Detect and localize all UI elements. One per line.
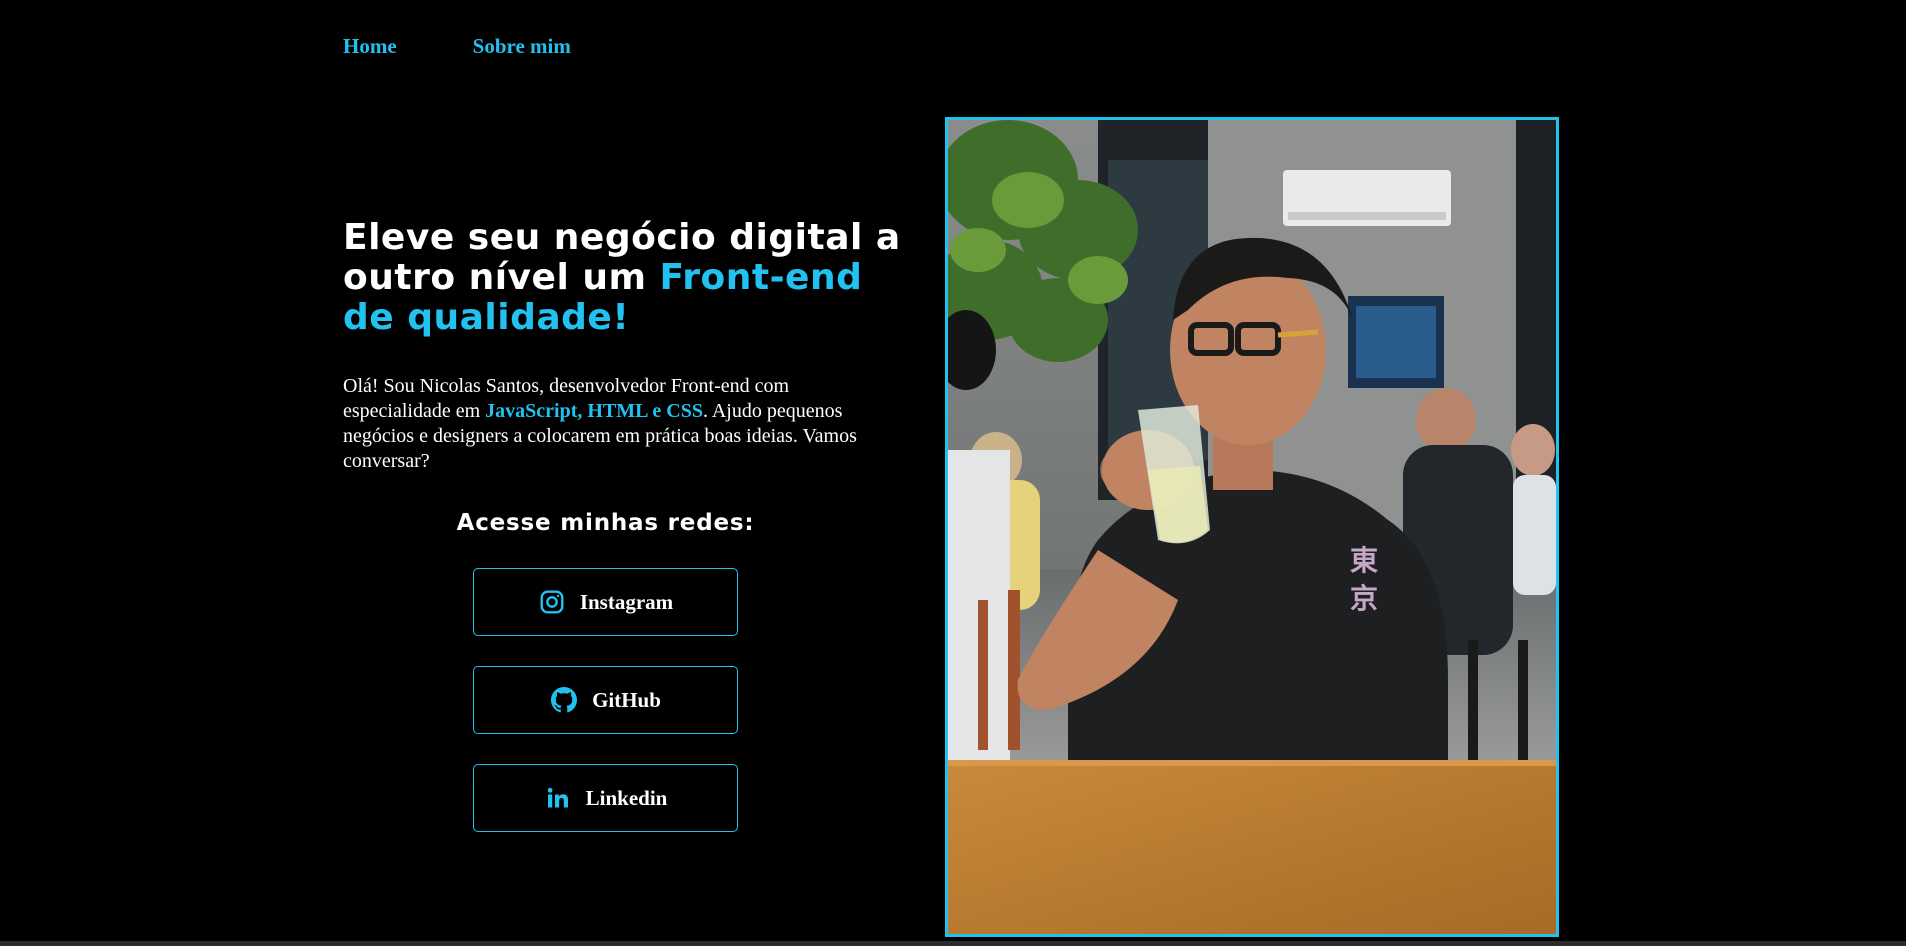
linkedin-button[interactable]: Linkedin bbox=[473, 764, 738, 832]
hero-intro: Olá! Sou Nicolas Santos, desenvolvedor F… bbox=[343, 374, 883, 474]
profile-photo-illustration: 東 京 bbox=[948, 120, 1556, 934]
svg-text:東: 東 bbox=[1350, 544, 1378, 577]
bottom-scrollbar bbox=[0, 941, 1906, 946]
nav-link-about[interactable]: Sobre mim bbox=[473, 34, 571, 59]
github-label: GitHub bbox=[592, 687, 661, 712]
hero-headline: Eleve seu negócio digital a outro nível … bbox=[343, 218, 903, 338]
linkedin-icon bbox=[544, 784, 572, 812]
nav-link-home[interactable]: Home bbox=[343, 34, 397, 59]
github-icon bbox=[550, 686, 578, 714]
instagram-button[interactable]: Instagram bbox=[473, 568, 738, 636]
svg-text:京: 京 bbox=[1350, 582, 1378, 615]
instagram-label: Instagram bbox=[579, 589, 674, 614]
linkedin-label: Linkedin bbox=[585, 785, 668, 810]
networks-title: Acesse minhas redes: bbox=[456, 510, 755, 536]
profile-photo: 東 京 bbox=[945, 117, 1559, 937]
main-nav: Home Sobre mim bbox=[343, 34, 571, 59]
intro-highlight: JavaScript, HTML e CSS bbox=[485, 400, 703, 422]
instagram-icon bbox=[538, 588, 566, 616]
github-button[interactable]: GitHub bbox=[473, 666, 738, 734]
